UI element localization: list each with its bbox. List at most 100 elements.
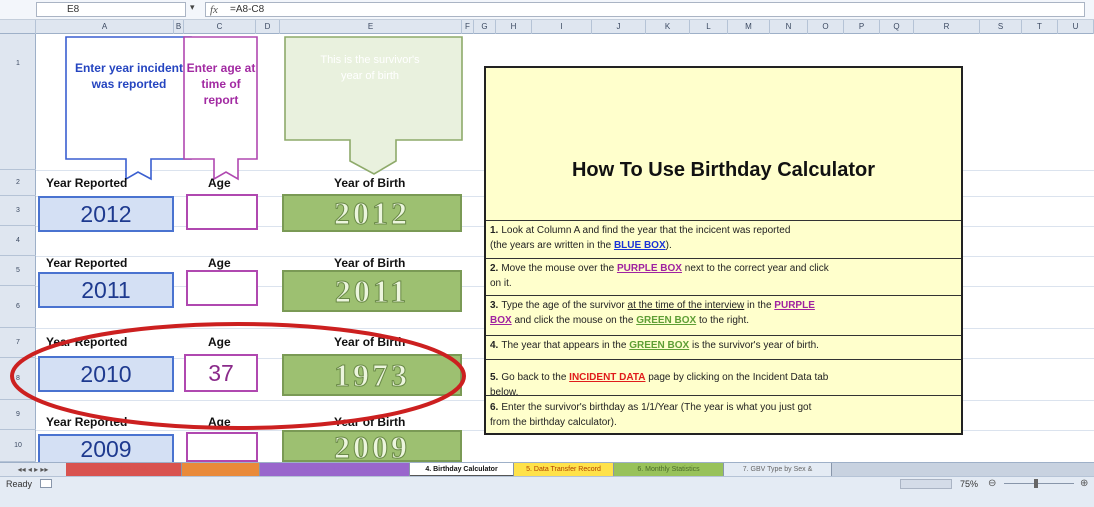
incident-data-keyword: INCIDENT DATA [569, 372, 646, 383]
step-text: Enter the survivor's birthday as 1/1/Yea… [501, 402, 812, 413]
tab-drop-down[interactable]: 2. Drop Down [182, 463, 260, 477]
tab-monthly-statistics[interactable]: 6. Monthly Statistics [614, 463, 724, 477]
column-header[interactable]: A [36, 20, 174, 34]
column-header[interactable]: M [728, 20, 770, 34]
tab-gbv-type[interactable]: 7. GBV Type by Sex & [724, 463, 832, 477]
column-header[interactable]: E [280, 20, 462, 34]
row-header[interactable]: 3 [0, 196, 36, 226]
year-of-birth-cell[interactable]: 2012 [282, 194, 462, 232]
cell-reference: E8 [67, 4, 80, 15]
step-6: 6. Enter the survivor's birthday as 1/1/Y… [486, 395, 961, 433]
blue-callout-shape [65, 36, 192, 181]
year-reported-label: Year Reported [46, 256, 128, 270]
formula-input[interactable]: fx =A8-C8 [205, 2, 1085, 17]
age-label: Age [208, 256, 231, 270]
box-keyword: BOX [490, 315, 512, 326]
tab-scroll-buttons[interactable]: ◂◂ ◂ ▸ ▸▸ [0, 463, 66, 477]
column-header[interactable]: L [690, 20, 728, 34]
age-label: Age [208, 176, 231, 190]
step-number: 6. [490, 402, 499, 413]
column-header[interactable]: G [474, 20, 496, 34]
column-header[interactable]: J [592, 20, 646, 34]
tab-consent-case-mgmt[interactable]: 3. Consent & Case Mgmt [260, 463, 410, 477]
select-all-corner[interactable] [0, 20, 36, 34]
step-1: 1. Look at Column A and find the year tha… [486, 220, 961, 258]
step-number: 3. [490, 300, 499, 311]
step-text: Move the mouse over the [501, 263, 617, 274]
column-header[interactable]: N [770, 20, 808, 34]
step-number: 4. [490, 340, 499, 351]
step-text: in the [744, 300, 775, 311]
status-text: Ready [6, 479, 33, 489]
column-header[interactable]: R [914, 20, 980, 34]
tab-birthday-calculator[interactable]: 4. Birthday Calculator [410, 463, 514, 477]
year-of-birth-cell[interactable]: 2011 [282, 270, 462, 312]
name-box[interactable]: E8 [36, 2, 186, 17]
step-text: (the years are written in the [490, 240, 614, 251]
age-input[interactable] [186, 194, 258, 230]
step-text: next to the correct year and click [681, 263, 829, 274]
age-input[interactable] [186, 270, 258, 306]
panel-title: How To Use Birthday Calculator [571, 159, 875, 181]
column-header[interactable]: P [844, 20, 880, 34]
view-buttons[interactable] [900, 479, 952, 489]
tab-incident-data[interactable]: 1. Incident Data [66, 463, 182, 477]
column-headers: A B C D E F G H I J K L M N O P Q R S T … [0, 20, 1094, 34]
zoom-slider[interactable] [1004, 483, 1074, 484]
step-3: 3. Type the age of the survivor at the ti… [486, 295, 961, 335]
zoom-slider-handle[interactable] [1034, 479, 1038, 488]
step-text: page by clicking on the Incident Data ta… [645, 372, 829, 383]
function-icon[interactable]: fx [210, 3, 218, 17]
macro-record-icon[interactable] [40, 479, 52, 488]
step-number: 5. [490, 372, 499, 383]
step-text: is the survivor's year of birth. [689, 340, 819, 351]
green-callout-text: This is the survivor's year of birth [320, 54, 420, 82]
blue-callout-text: Enter year incident was reported [74, 61, 184, 91]
year-reported-cell[interactable]: 2011 [38, 272, 174, 308]
step-text: to the right. [696, 315, 750, 326]
column-header[interactable]: T [1022, 20, 1058, 34]
step-text: ). [665, 240, 672, 251]
blue-box-keyword: BLUE BOX [613, 240, 666, 251]
column-header[interactable]: U [1058, 20, 1094, 34]
column-header[interactable]: S [980, 20, 1022, 34]
formula-text: =A8-C8 [230, 4, 265, 15]
row-header[interactable]: 2 [0, 170, 36, 196]
column-header[interactable]: F [462, 20, 474, 34]
zoom-out-icon[interactable]: ⊖ [988, 478, 996, 489]
column-header[interactable]: O [808, 20, 844, 34]
step-text: The year that appears in the [501, 340, 630, 351]
column-header[interactable]: I [532, 20, 592, 34]
zoom-level[interactable]: 75% [960, 479, 978, 489]
step-text: at the time of the interview [627, 300, 745, 311]
column-header[interactable]: D [256, 20, 280, 34]
step-text: from the birthday calculator). [490, 417, 617, 428]
green-box-keyword: GREEN BOX [636, 315, 697, 326]
column-header[interactable]: H [496, 20, 532, 34]
column-header[interactable]: Q [880, 20, 914, 34]
column-header[interactable]: B [174, 20, 184, 34]
column-header[interactable]: C [184, 20, 256, 34]
row-header[interactable]: 1 [0, 34, 36, 170]
step-text: Type the age of the survivor [501, 300, 628, 311]
horizontal-scrollbar[interactable] [832, 463, 1094, 477]
year-of-birth-label: Year of Birth [334, 176, 406, 190]
column-header[interactable]: K [646, 20, 690, 34]
purple-box-keyword: PURPLE BOX [616, 263, 682, 274]
year-reported-cell[interactable]: 2012 [38, 196, 174, 232]
tab-data-transfer-record[interactable]: 5. Data Transfer Record [514, 463, 614, 477]
purple-callout-text: Enter age at time of report [186, 61, 256, 107]
zoom-in-icon[interactable]: ⊕ [1080, 478, 1088, 489]
chevron-down-icon[interactable]: ▾ [190, 2, 195, 13]
highlight-annotation [10, 322, 466, 430]
row-header[interactable]: 5 [0, 256, 36, 286]
year-of-birth-label: Year of Birth [334, 256, 406, 270]
row-header[interactable]: 4 [0, 226, 36, 256]
step-text: Go back to the [501, 372, 570, 383]
step-number: 2. [490, 263, 499, 274]
formula-bar: E8 ▾ fx =A8-C8 [0, 0, 1094, 20]
sheet-tab-bar: ◂◂ ◂ ▸ ▸▸ 1. Incident Data 2. Drop Down … [0, 462, 1094, 477]
step-text: Look at Column A and find the year that … [501, 225, 791, 236]
step-number: 1. [490, 225, 499, 236]
step-5: 5. Go back to the INCIDENT DATA page by c… [486, 359, 961, 398]
